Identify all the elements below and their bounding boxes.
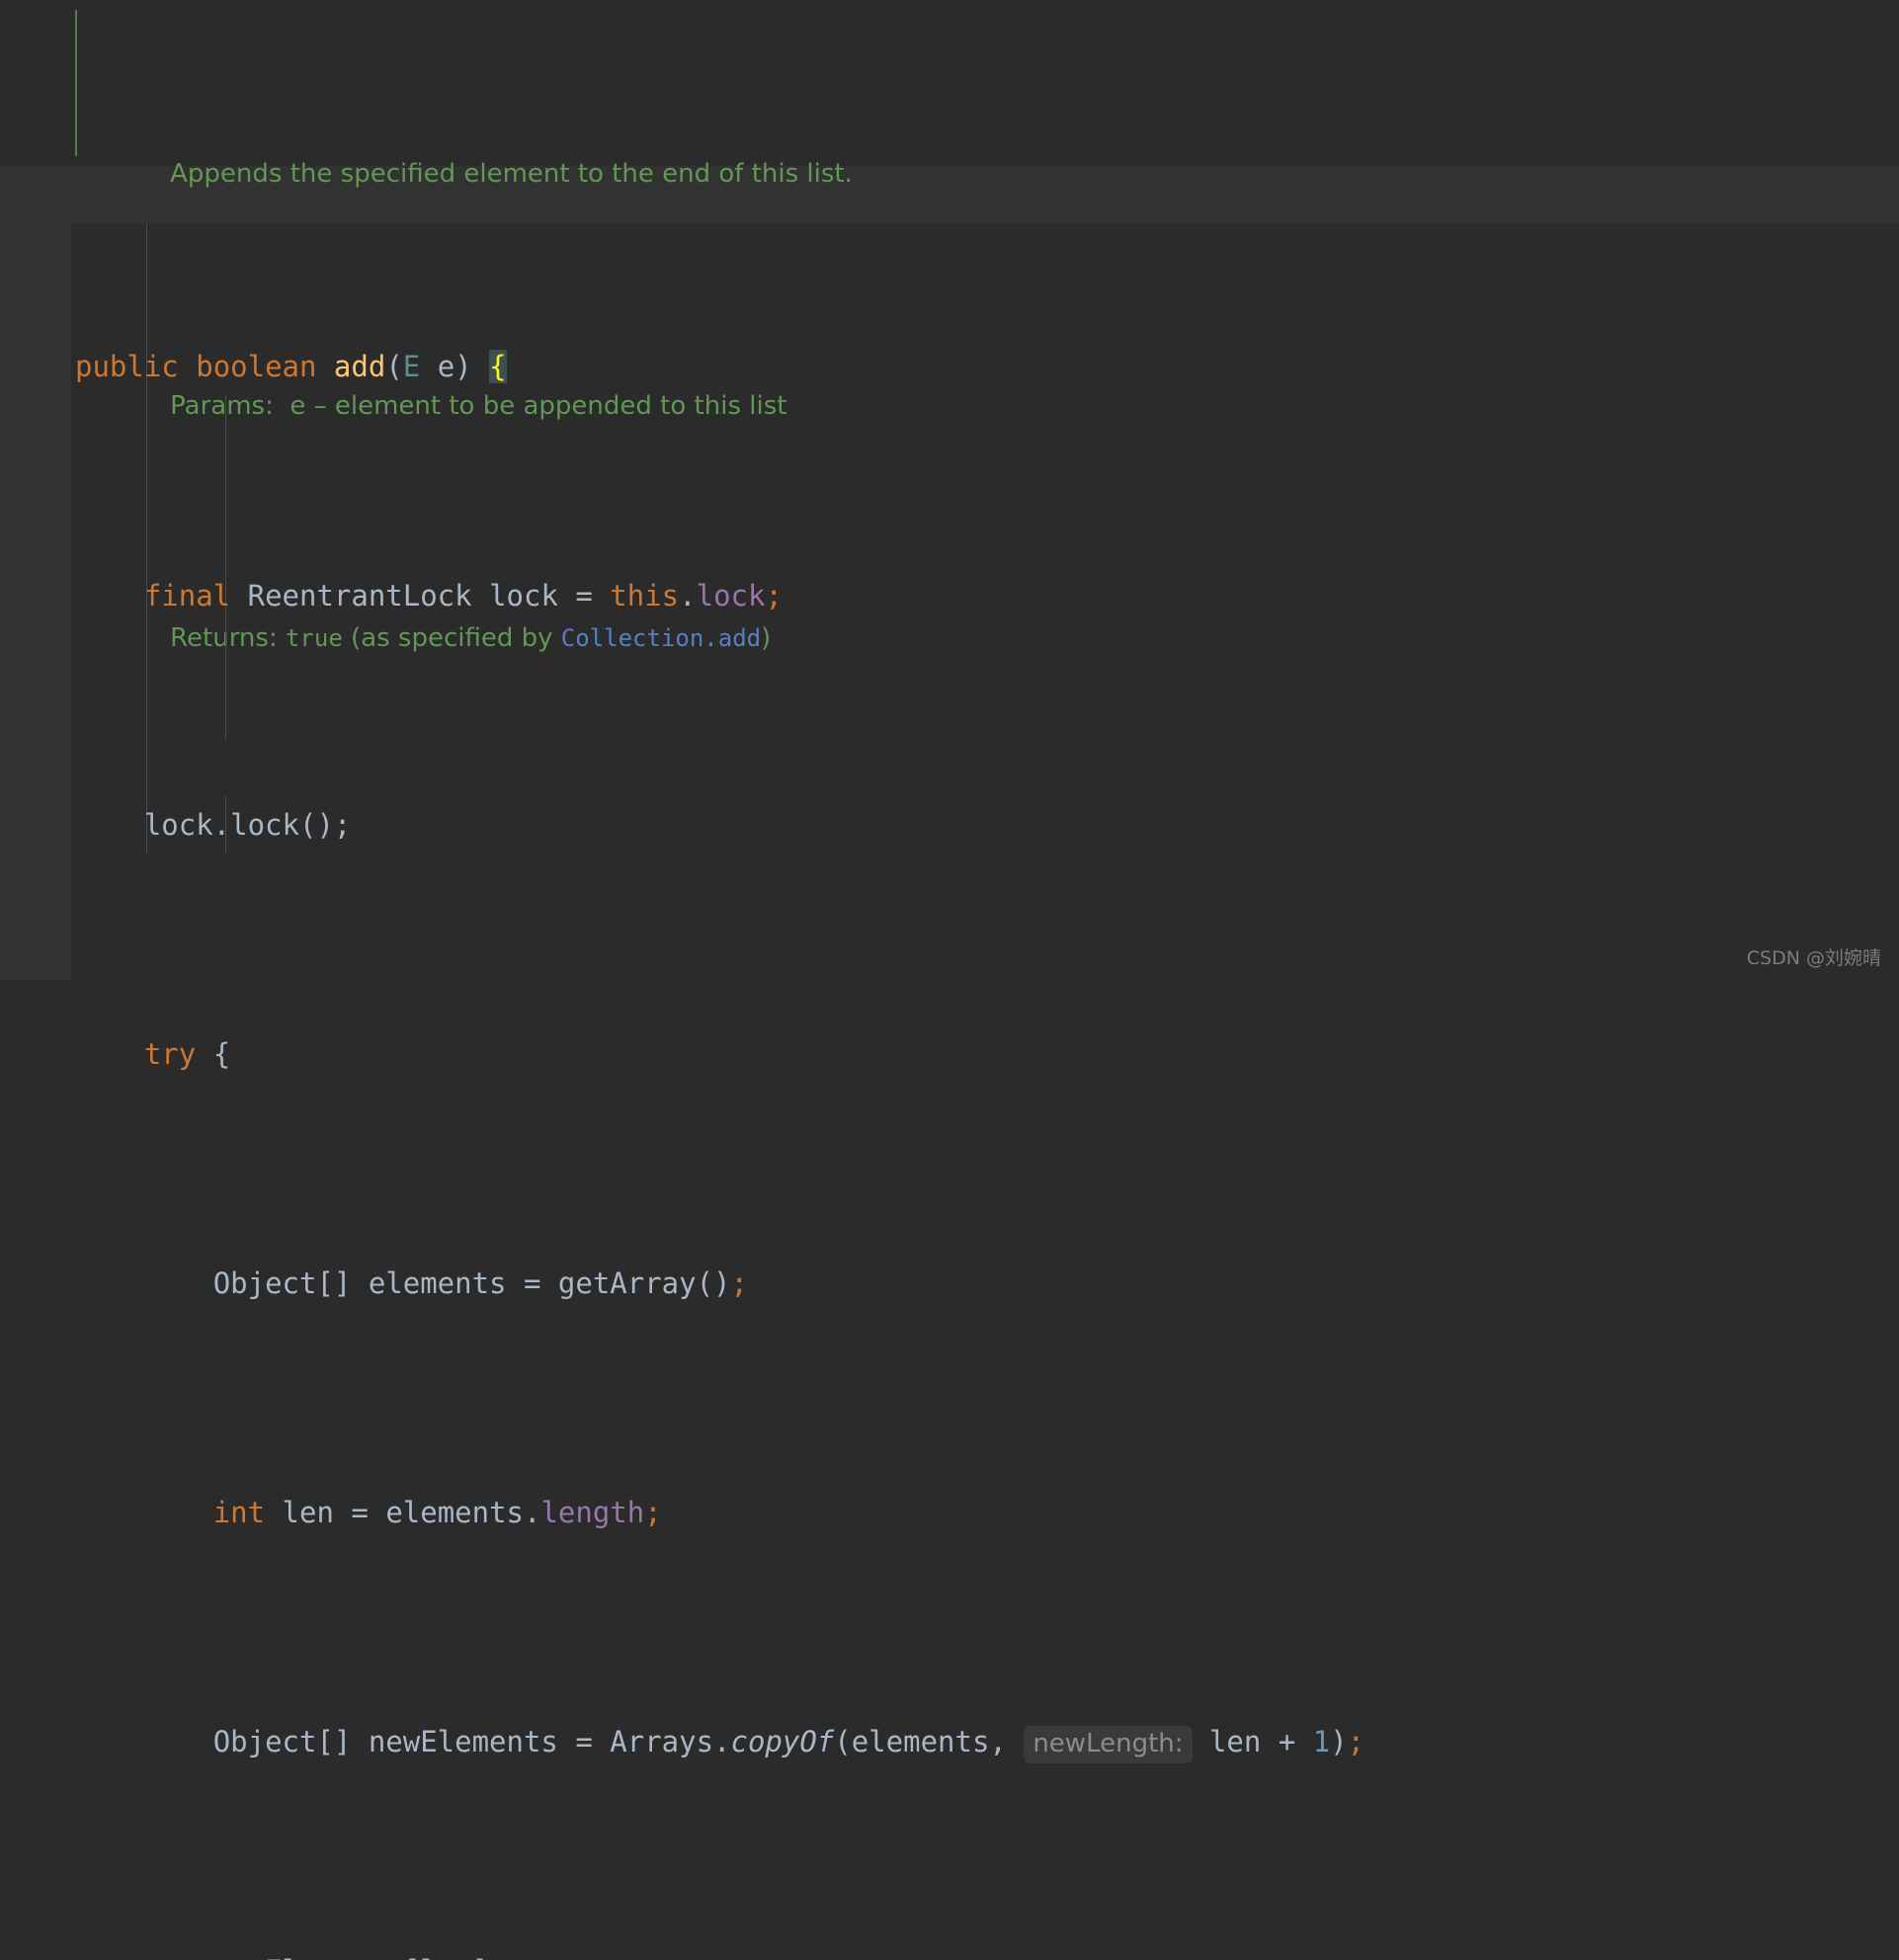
field-lock: lock — [696, 579, 766, 612]
paren-close: ) — [454, 350, 472, 383]
javadoc-left-rule — [75, 10, 77, 156]
generic-type-E: E — [402, 350, 421, 383]
keyword-try: try — [143, 1037, 197, 1071]
code-line-lock-lock[interactable]: lock.lock(); — [0, 796, 1899, 854]
code-line-copy-of[interactable]: Object[] newElements = Arrays.copyOf(ele… — [0, 1713, 1899, 1770]
semicolon: ; — [558, 1954, 575, 1960]
semicolon: ; — [765, 579, 783, 612]
var-newelements: newElements — [368, 1725, 558, 1758]
expr-newelements-assign: newElements[len] = e — [213, 1954, 558, 1960]
field-length: length — [540, 1496, 645, 1529]
type-reentrantlock: ReentrantLock — [230, 579, 490, 612]
var-len: len — [265, 1496, 334, 1529]
type-object-array: Object[] — [212, 1725, 369, 1758]
var-lock: lock — [489, 579, 558, 612]
expr-elements: elements. — [385, 1496, 541, 1529]
code-line-signature[interactable]: public boolean add(E e) { — [0, 338, 1899, 395]
arg-len-expr: len + — [1192, 1725, 1313, 1758]
args-open: (elements, — [834, 1725, 1025, 1758]
matching-brace-open-highlight: { — [489, 350, 507, 383]
keyword-int: int — [212, 1496, 266, 1529]
assign-op: = — [557, 579, 611, 612]
method-name-add: add — [333, 350, 386, 383]
keyword-final: final — [143, 579, 231, 612]
paren-open: ( — [385, 350, 403, 383]
code-line-len[interactable]: int len = elements.length; — [0, 1484, 1899, 1541]
semicolon: ; — [644, 1496, 662, 1529]
call-getarray: getArray() — [557, 1266, 731, 1300]
keyword-this: this — [610, 579, 680, 612]
assign-op: = — [506, 1266, 558, 1300]
assign-op: = — [333, 1496, 386, 1529]
static-method-copyof: copyOf — [730, 1725, 835, 1758]
try-brace-open: { — [196, 1037, 231, 1071]
code-line-assign-element[interactable]: newElements[len] = e; — [0, 1942, 1899, 1960]
code-editor[interactable]: Appends the specified element to the end… — [0, 0, 1899, 1960]
code-line-final-lock[interactable]: final ReentrantLock lock = this.lock; — [0, 567, 1899, 624]
keyword-boolean: boolean — [196, 350, 317, 383]
semicolon: ; — [730, 1266, 748, 1300]
code-line-get-array[interactable]: Object[] elements = getArray(); — [0, 1255, 1899, 1312]
type-object-array: Object[] — [212, 1266, 369, 1300]
class-arrays: Arrays. — [610, 1725, 731, 1758]
assign-op: = — [557, 1725, 611, 1758]
semicolon: ; — [1347, 1725, 1365, 1758]
var-elements: elements — [368, 1266, 507, 1300]
dot-op: . — [679, 579, 697, 612]
keyword-public: public — [75, 350, 179, 383]
javadoc-block: Appends the specified element to the end… — [0, 0, 1899, 653]
csdn-watermark: CSDN @刘婉晴 — [1746, 947, 1881, 969]
number-literal-1: 1 — [1312, 1725, 1331, 1758]
parameter-hint-newlength[interactable]: newLength: — [1024, 1726, 1193, 1763]
args-close: ) — [1330, 1725, 1348, 1758]
stmt-lock-lock: lock.lock(); — [143, 808, 352, 842]
code-content[interactable]: public boolean add(E e) { final Reentran… — [0, 166, 1899, 1960]
param-e: e — [420, 350, 455, 383]
code-line-try[interactable]: try { — [0, 1025, 1899, 1083]
